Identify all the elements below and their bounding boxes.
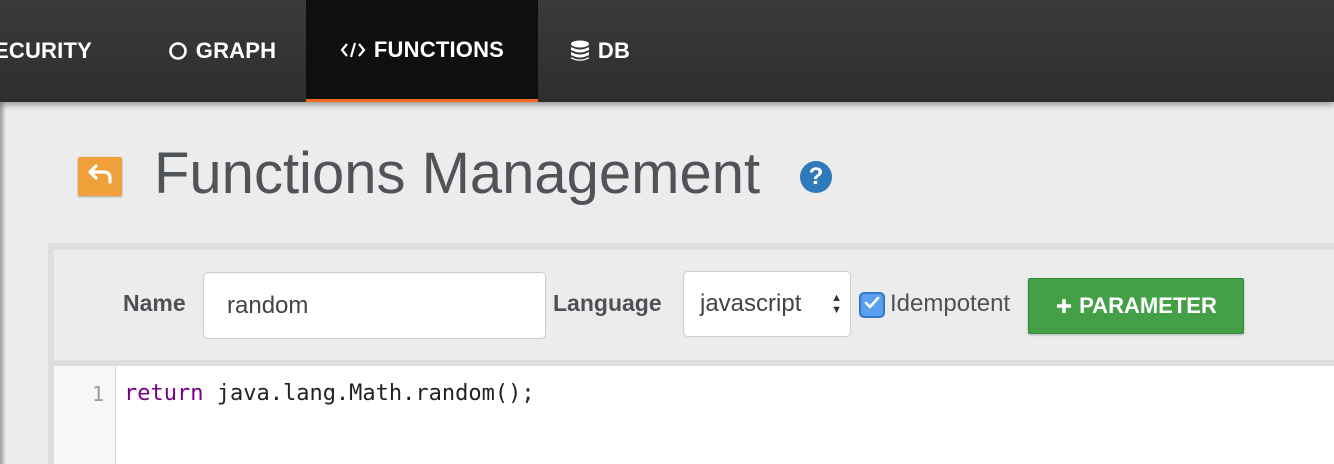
line-number: 1 [92,382,105,406]
add-parameter-button[interactable]: PARAMETER [1028,278,1244,334]
back-button[interactable] [78,157,122,196]
code-keyword: return [124,381,204,406]
plus-icon [1055,291,1073,322]
code-line[interactable]: return java.lang.Math.random(); [124,381,535,406]
code-text: java.lang.Math.random(); [203,381,535,406]
database-icon [570,40,590,62]
nav-item-graph[interactable]: GRAPH [138,0,306,102]
editor-gutter [54,366,116,464]
language-select[interactable]: javascript ▲ ▼ [683,271,851,337]
name-input[interactable]: random [203,272,546,339]
check-icon [864,296,880,315]
select-arrows-icon: ▲ ▼ [831,292,842,316]
nav-item-security[interactable]: ECURITY [0,0,134,102]
circle-icon [168,41,188,61]
idempotent-label: Idempotent [890,290,1011,317]
add-parameter-label: PARAMETER [1079,293,1217,318]
nav-item-label: DB [597,38,631,63]
code-icon [340,40,366,60]
nav-item-label: FUNCTIONS [373,36,505,62]
help-icon[interactable]: ? [800,161,832,193]
top-nav: ECURITY GRAPH FUNCTIONS DB [0,0,1334,102]
nav-item-label: ECURITY [0,38,92,63]
left-edge-shadow [0,102,6,464]
language-value: javascript [700,290,802,317]
language-label: Language [553,290,662,316]
undo-arrow-icon [87,163,113,190]
nav-item-db[interactable]: DB [538,0,662,102]
idempotent-checkbox[interactable] [859,292,885,318]
name-label: Name [123,290,186,316]
nav-item-label: GRAPH [195,38,277,63]
nav-item-functions[interactable]: FUNCTIONS [306,0,538,102]
page-title: Functions Management [154,141,761,206]
